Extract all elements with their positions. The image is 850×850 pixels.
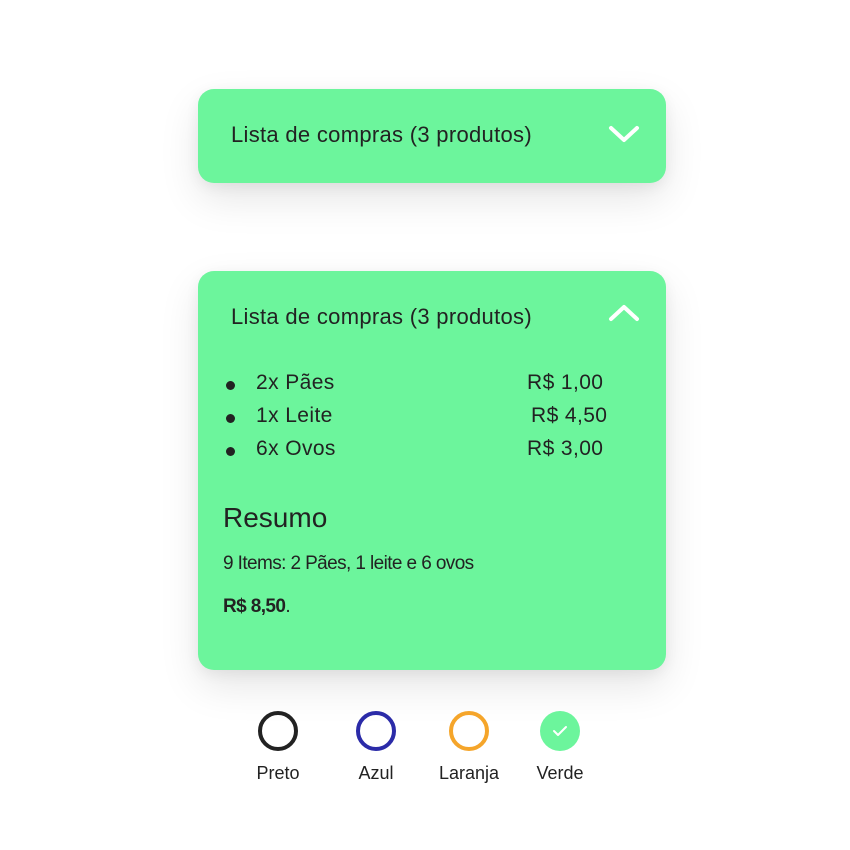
color-label: Laranja <box>438 763 500 783</box>
color-option-laranja[interactable]: Laranja <box>424 710 514 790</box>
list-item: 6x Ovos R$ 3,00 <box>223 435 643 468</box>
accordion-header[interactable]: Lista de compras (3 produtos) <box>198 271 666 365</box>
shopping-list: 2x Pães R$ 1,00 1x Leite R$ 4,50 6x Ovos… <box>223 369 643 468</box>
color-label: Verde <box>536 763 584 783</box>
color-ring[interactable] <box>356 711 396 751</box>
summary-title: Resumo <box>223 502 328 533</box>
color-label: Preto <box>256 763 300 783</box>
item-name: 2x Pães <box>256 371 335 394</box>
item-name: 1x Leite <box>256 404 333 427</box>
list-item: 1x Leite R$ 4,50 <box>223 402 643 435</box>
item-price: R$ 3,00 <box>527 437 604 460</box>
list-item: 2x Pães R$ 1,00 <box>223 369 643 402</box>
accordion-title: Lista de compras (3 produtos) <box>231 304 532 329</box>
item-name: 6x Ovos <box>256 437 336 460</box>
accordion-header[interactable]: Lista de compras (3 produtos) <box>198 89 666 183</box>
accordion-title: Lista de compras (3 produtos) <box>231 122 532 147</box>
summary-total-suffix: . <box>285 596 291 617</box>
color-ring-selected[interactable] <box>540 711 580 751</box>
color-label: Azul <box>358 763 394 783</box>
chevron-up-icon[interactable] <box>608 299 640 327</box>
accordion-collapsed: Lista de compras (3 produtos) <box>198 89 666 183</box>
color-option-azul[interactable]: Azul <box>331 710 421 790</box>
item-price: R$ 1,00 <box>527 371 604 394</box>
bullet-icon <box>226 381 235 390</box>
check-icon <box>553 726 567 736</box>
color-option-verde[interactable]: Verde <box>515 710 605 790</box>
bullet-icon <box>226 414 235 423</box>
accordion-expanded: Lista de compras (3 produtos) 2x Pães R$… <box>198 271 666 670</box>
chevron-down-icon[interactable] <box>608 120 640 148</box>
color-option-preto[interactable]: Preto <box>233 710 323 790</box>
color-picker: Preto Azul Laranja Verde <box>0 710 850 800</box>
summary-total-value: R$ 8,50 <box>223 596 286 617</box>
summary-total: R$ 8,50. <box>223 596 291 618</box>
color-ring[interactable] <box>449 711 489 751</box>
item-price: R$ 4,50 <box>531 404 608 427</box>
summary-description: 9 Items: 2 Pães, 1 leite e 6 ovos <box>223 553 474 574</box>
bullet-icon <box>226 447 235 456</box>
color-ring[interactable] <box>258 711 298 751</box>
